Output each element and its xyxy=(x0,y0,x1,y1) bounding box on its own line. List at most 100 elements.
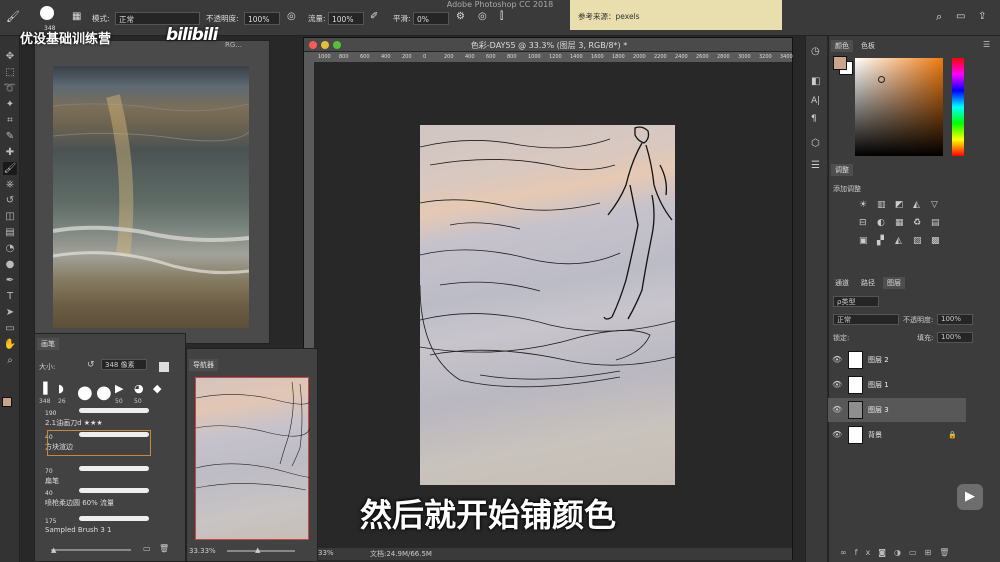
foreground-swatch-icon[interactable] xyxy=(2,397,12,407)
status-zoom[interactable]: 33% xyxy=(318,549,334,557)
color-picker-field[interactable] xyxy=(855,58,943,156)
tab-brushes[interactable]: 画笔 xyxy=(37,338,59,350)
eyedropper-icon[interactable]: ✎ xyxy=(3,130,17,143)
character-icon[interactable]: A| xyxy=(811,96,820,106)
workspace-icon[interactable]: ▭ xyxy=(956,10,965,23)
history-brush-icon[interactable]: ↺ xyxy=(3,194,17,207)
type-icon[interactable]: T xyxy=(3,290,17,303)
smoothing-input[interactable]: 0% xyxy=(413,12,449,25)
adjustment-icon[interactable]: ▨ xyxy=(913,236,922,246)
share-icon[interactable]: ⇪ xyxy=(978,10,986,23)
search-icon[interactable]: ⌕ xyxy=(936,10,942,23)
brush-name[interactable]: 2.1油画刀d ★★★ xyxy=(45,418,103,428)
brush-preset[interactable]: ▐ xyxy=(39,382,47,395)
layer-row[interactable]: 👁 图层 2 xyxy=(828,348,966,372)
adjustment-icon[interactable]: ◭ xyxy=(913,200,920,210)
pressure-size-icon[interactable]: ◎ xyxy=(478,10,487,23)
visibility-eye-icon[interactable]: 👁 xyxy=(832,423,842,447)
magic-wand-icon[interactable]: ✦ xyxy=(3,98,17,111)
airbrush-icon[interactable]: ✐ xyxy=(370,10,378,23)
adjustment-icon[interactable]: ♻ xyxy=(913,218,921,228)
folder-icon[interactable]: ▭ xyxy=(143,544,151,553)
crop-icon[interactable]: ⌗ xyxy=(3,114,17,127)
adjustment-icon[interactable]: ▩ xyxy=(931,236,940,246)
adjustment-icon[interactable]: ▣ xyxy=(859,236,868,246)
brush-preset[interactable]: ● xyxy=(96,382,112,403)
artwork-canvas[interactable] xyxy=(420,125,675,485)
brush-name[interactable]: 扁笔 xyxy=(45,476,59,486)
move-icon[interactable]: ✥ xyxy=(3,50,17,63)
mask-icon[interactable]: ◙ xyxy=(878,548,894,557)
brush-settings-icon[interactable]: ▦ xyxy=(72,10,81,23)
visibility-eye-icon[interactable]: 👁 xyxy=(832,398,842,422)
brush-icon[interactable]: 🖌 xyxy=(3,162,17,175)
adjustment-icon[interactable]: ☀ xyxy=(859,200,867,210)
tab-channels[interactable]: 通道 xyxy=(831,277,853,289)
brush-preset[interactable]: ● xyxy=(77,382,93,403)
adjustment-icon[interactable]: ⊟ xyxy=(859,218,867,228)
swatch-icon[interactable]: ◧ xyxy=(811,76,820,87)
reset-icon[interactable]: ↺ xyxy=(87,360,95,370)
video-play-icon[interactable]: ▶ xyxy=(957,484,983,510)
opacity-input[interactable]: 100% xyxy=(244,12,280,25)
healing-icon[interactable]: ✚ xyxy=(3,146,17,159)
navigator-zoom[interactable]: 33.33% xyxy=(189,547,216,555)
pressure-opacity-icon[interactable]: ◎ xyxy=(287,10,296,23)
tab-swatches[interactable]: 色板 xyxy=(857,40,879,52)
visibility-eye-icon[interactable]: 👁 xyxy=(832,373,842,397)
color-picker-cursor[interactable] xyxy=(878,76,885,83)
close-icon[interactable] xyxy=(309,41,317,49)
tab-navigator[interactable]: 导航器 xyxy=(189,359,218,371)
layer-row[interactable]: 👁 背景 🔒 xyxy=(828,423,966,447)
new-brush-icon[interactable] xyxy=(159,362,169,372)
adjustment-icon[interactable]: ▥ xyxy=(877,200,886,210)
mode-select[interactable]: 正常 xyxy=(115,12,200,25)
new-layer-icon[interactable]: ⊞ xyxy=(925,548,940,557)
properties-icon[interactable]: ☰ xyxy=(811,160,820,171)
trash-icon[interactable]: 🗑 xyxy=(159,544,169,553)
layer-row[interactable]: 👁 图层 1 xyxy=(828,373,966,397)
tab-paths[interactable]: 路径 xyxy=(857,277,879,289)
visibility-eye-icon[interactable]: 👁 xyxy=(832,348,842,372)
adjustment-icon[interactable]: ▦ xyxy=(895,218,904,228)
tab-layers[interactable]: 图层 xyxy=(883,277,905,289)
fill-input[interactable]: 100% xyxy=(937,332,973,343)
blur-icon[interactable]: ◔ xyxy=(3,242,17,255)
zoom-window-icon[interactable] xyxy=(333,41,341,49)
marquee-icon[interactable]: ⬚ xyxy=(3,66,17,79)
navigator-slider-thumb-icon[interactable]: ▲ xyxy=(255,546,260,554)
adjustment-icon[interactable]: ▞ xyxy=(877,236,884,246)
pen-icon[interactable]: ✒ xyxy=(3,274,17,287)
adjustment-icon[interactable]: ◭ xyxy=(895,236,902,246)
eraser-icon[interactable]: ◫ xyxy=(3,210,17,223)
path-select-icon[interactable]: ➤ xyxy=(3,306,17,319)
brush-preset[interactable]: ◗ xyxy=(58,382,64,395)
fx-icon[interactable]: fx xyxy=(855,548,879,557)
adjustment-icon[interactable]: ◐ xyxy=(877,218,885,228)
zoom-icon[interactable]: ⌕ xyxy=(3,354,17,367)
stamp-icon[interactable]: ⎈ xyxy=(3,178,17,191)
brush-size-slider[interactable] xyxy=(51,549,131,551)
brush-preview-icon[interactable] xyxy=(40,6,54,20)
brush-tool-icon[interactable]: 🖌 xyxy=(6,10,20,23)
brush-name[interactable]: Sampled Brush 3 1 xyxy=(45,526,111,534)
gradient-icon[interactable]: ▤ xyxy=(3,226,17,239)
tab-adjustments[interactable]: 调整 xyxy=(831,164,853,176)
layer-row[interactable]: 👁 图层 3 xyxy=(828,398,966,422)
paragraph-icon[interactable]: ¶ xyxy=(811,114,817,124)
hue-slider[interactable] xyxy=(952,58,964,156)
flow-input[interactable]: 100% xyxy=(328,12,364,25)
panel-menu-icon[interactable]: ☰ xyxy=(983,40,990,49)
adjustment-icon[interactable]: ▤ xyxy=(931,218,940,228)
horizontal-ruler[interactable]: 1000 800 600 400 200 0 200 400 600 800 1000 1200 140… xyxy=(304,52,793,62)
brush-size-input[interactable]: 348 像素 xyxy=(101,359,147,370)
navigator-thumbnail[interactable] xyxy=(195,377,310,540)
layer-opacity-input[interactable]: 100% xyxy=(937,314,973,325)
3d-icon[interactable]: ⬡ xyxy=(811,138,820,149)
history-icon[interactable]: ◷ xyxy=(811,46,820,57)
layer-kind-filter[interactable]: ρ类型 xyxy=(833,296,879,307)
adjustment-icon[interactable]: ◩ xyxy=(895,200,904,210)
brush-preset[interactable]: ◕ xyxy=(134,382,144,395)
symmetry-icon[interactable]: ⫿ xyxy=(500,10,503,23)
hand-icon[interactable]: ✋ xyxy=(3,338,17,351)
